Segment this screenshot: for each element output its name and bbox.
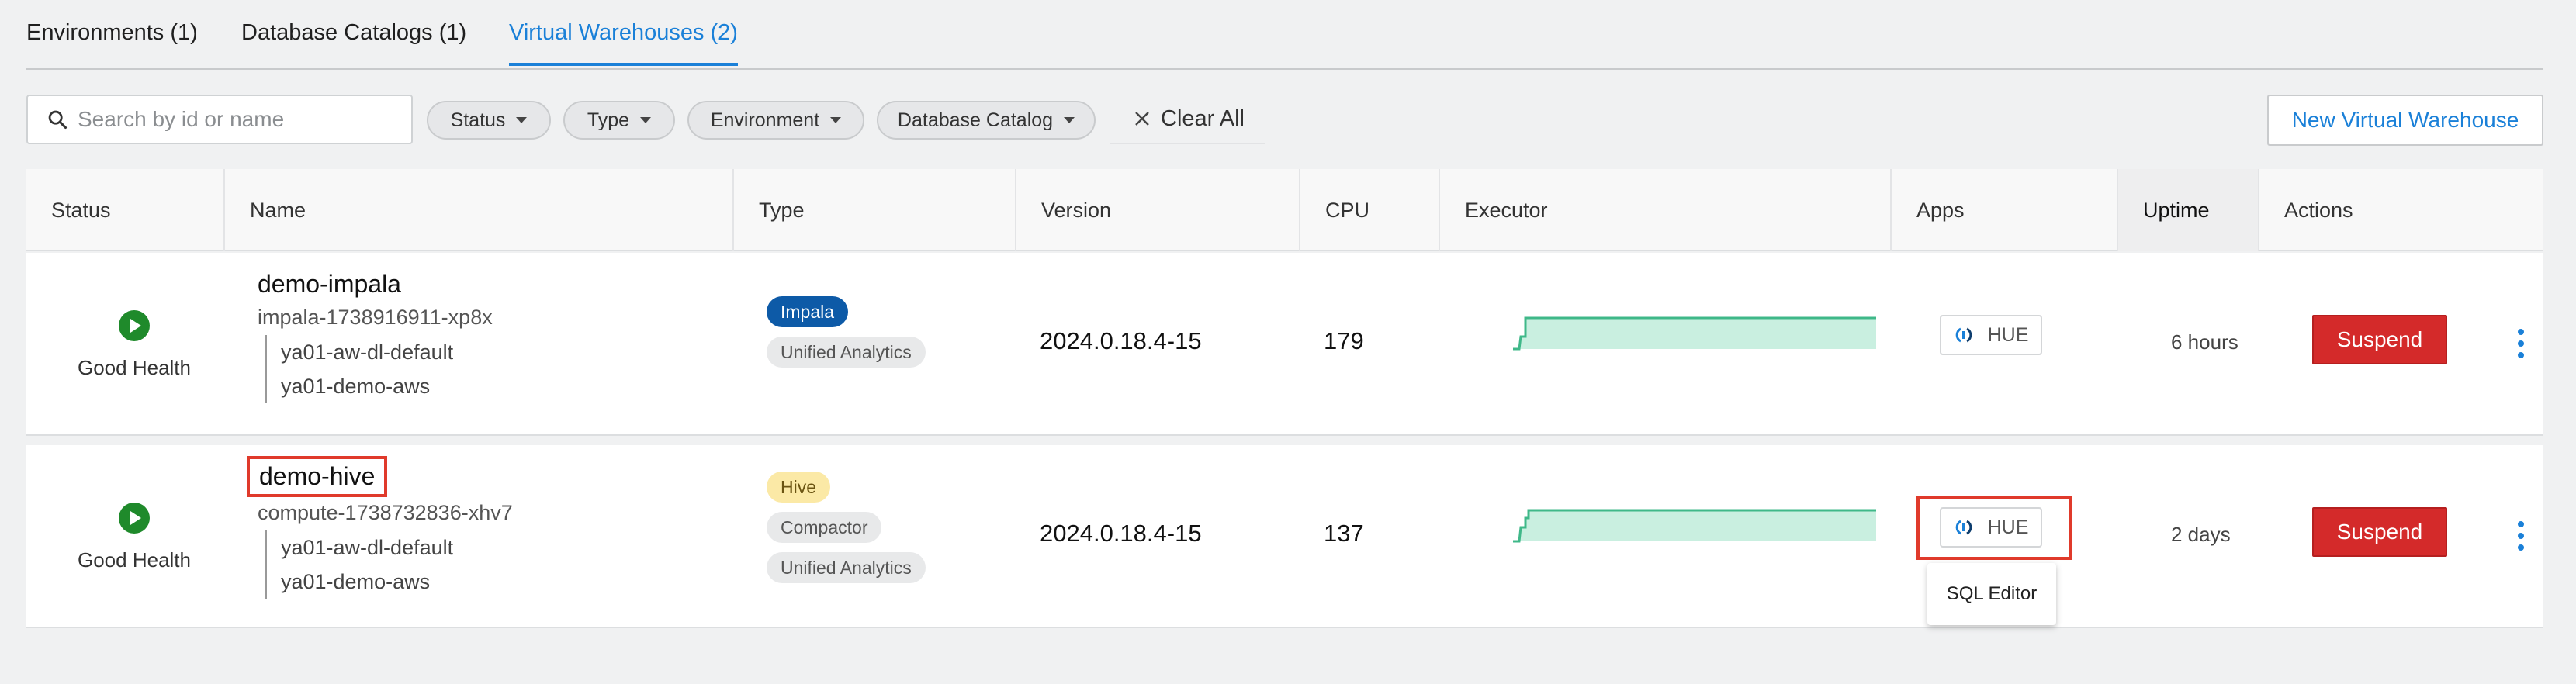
environment-name: ya01-aw-dl-default [281,536,454,559]
type-badge-unified-analytics: Unified Analytics [767,552,926,583]
new-virtual-warehouse-button[interactable]: New Virtual Warehouse [2267,95,2543,146]
filter-database-catalog-label: Database Catalog [897,109,1054,131]
column-header-actions: Actions [2258,169,2543,251]
status-label: Good Health [78,355,191,379]
column-header-type[interactable]: Type [732,169,1015,251]
warehouse-name[interactable]: demo-impala [258,270,401,299]
play-health-icon [119,309,150,341]
hue-highlight-box [1916,496,2072,560]
version-value: 2024.0.18.4-15 [1040,327,1202,354]
sql-editor-tooltip: SQL Editor [1927,563,2056,625]
status-label: Good Health [78,548,191,572]
suspend-button[interactable]: Suspend [2312,315,2447,364]
type-badge-impala: Impala [767,296,849,327]
tab-virtual-warehouses[interactable]: Virtual Warehouses (2) [509,20,738,66]
filter-database-catalog[interactable]: Database Catalog [877,101,1096,140]
filter-status[interactable]: Status [427,101,551,140]
catalog-name: ya01-demo-aws [281,375,431,398]
warehouse-context: ya01-aw-dl-default ya01-demo-aws [265,335,453,403]
column-header-executor[interactable]: Executor [1439,169,1890,251]
close-icon [1135,112,1149,126]
catalog-name: ya01-demo-aws [281,570,431,593]
type-badge-compactor: Compactor [767,512,882,543]
type-badge-hive: Hive [767,472,831,503]
more-actions-icon[interactable] [2509,324,2533,363]
search-box[interactable] [26,95,413,144]
warehouse-context: ya01-aw-dl-default ya01-demo-aws [265,530,453,599]
filter-type-label: Type [587,109,630,131]
column-header-status[interactable]: Status [26,169,223,251]
version-value: 2024.0.18.4-15 [1040,520,1202,547]
column-header-cpu[interactable]: CPU [1299,169,1439,251]
chevron-down-icon [830,117,842,123]
chevron-down-icon [1064,117,1075,123]
table-row[interactable]: Good Health demo-impala impala-173891691… [26,253,2543,436]
table-header: Status Name Type Version CPU Executor Ap… [26,169,2543,251]
search-input[interactable] [78,107,403,132]
executor-sparkline [1513,316,1876,351]
chevron-down-icon [516,117,528,123]
uptime-value: 2 days [2171,523,2231,546]
tab-environments[interactable]: Environments (1) [26,20,198,63]
filter-environment-label: Environment [710,109,820,131]
more-actions-icon[interactable] [2509,516,2533,555]
type-badge-unified-analytics: Unified Analytics [767,337,926,368]
clear-all-label: Clear All [1161,105,1245,131]
tab-database-catalogs[interactable]: Database Catalogs (1) [241,20,466,63]
hue-app-button[interactable]: HUE [1940,315,2042,355]
clear-all-button[interactable]: Clear All [1110,95,1265,144]
warehouse-id: impala-1738916911-xp8x [258,306,493,329]
environment-name: ya01-aw-dl-default [281,340,454,364]
cpu-value: 137 [1324,520,1364,547]
tab-bar: Environments (1) Database Catalogs (1) V… [26,0,2543,70]
hue-app-label: HUE [1987,323,2029,346]
warehouse-id: compute-1738732836-xhv7 [258,501,513,524]
executor-sparkline [1513,509,1876,543]
column-header-version[interactable]: Version [1015,169,1299,251]
column-header-name[interactable]: Name [223,169,732,251]
hue-logo-icon [1955,327,1972,343]
status-cell: Good Health [26,253,242,436]
warehouse-name[interactable]: demo-hive [247,456,388,497]
filter-environment[interactable]: Environment [687,101,864,140]
play-health-icon [119,502,150,534]
chevron-down-icon [640,117,652,123]
filter-type[interactable]: Type [563,101,675,140]
column-header-apps[interactable]: Apps [1890,169,2117,251]
filter-status-label: Status [450,109,506,131]
status-cell: Good Health [26,445,242,628]
search-icon [48,110,68,130]
cpu-value: 179 [1324,327,1364,354]
uptime-value: 6 hours [2171,330,2238,354]
suspend-button[interactable]: Suspend [2312,507,2447,557]
table-row[interactable]: Good Health demo-hive compute-1738732836… [26,445,2543,628]
column-header-uptime[interactable]: Uptime [2117,169,2258,251]
